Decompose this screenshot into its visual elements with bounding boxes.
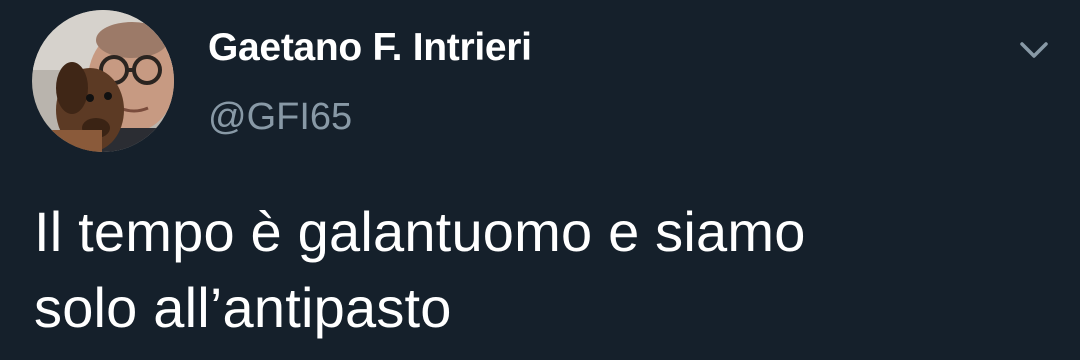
- author-avatar[interactable]: [32, 10, 174, 152]
- chevron-down-icon[interactable]: [1012, 32, 1056, 68]
- tweet-text-line: solo all’antipasto: [34, 276, 452, 339]
- author-display-name[interactable]: Gaetano F. Intrieri: [208, 26, 532, 70]
- tweet-text-line: Il tempo è galantuomo e siamo: [34, 200, 806, 263]
- avatar-photo-icon: [32, 10, 174, 152]
- tweet-card: Gaetano F. Intrieri @GFI65 Il tempo è ga…: [0, 0, 1080, 360]
- tweet-text: Il tempo è galantuomo e siamo solo all’a…: [34, 194, 1064, 346]
- author-handle[interactable]: @GFI65: [208, 96, 352, 139]
